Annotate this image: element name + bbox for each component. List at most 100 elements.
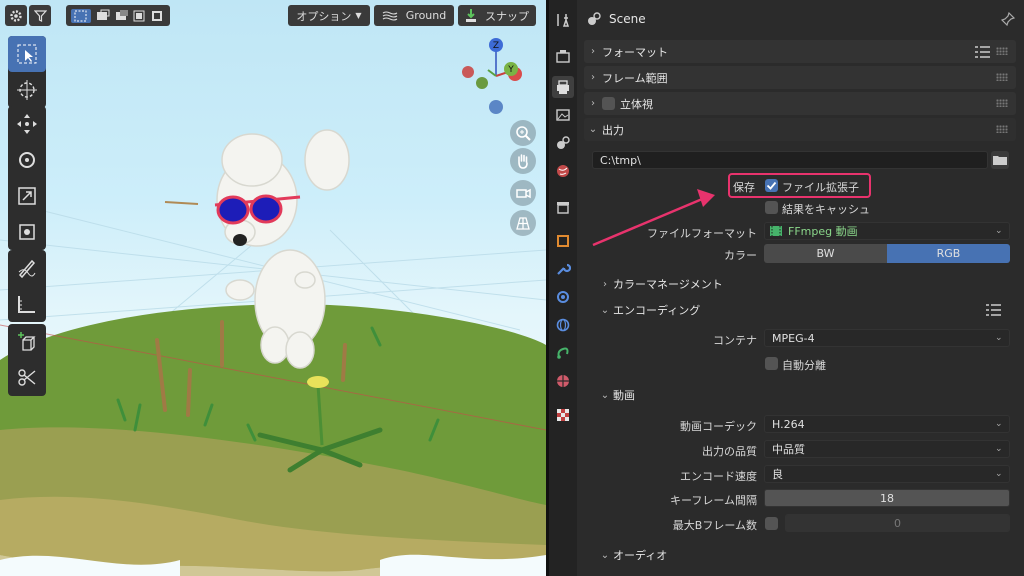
rotate-tool[interactable] — [8, 142, 46, 178]
container-label: コンテナ — [713, 334, 757, 347]
annotate-tool[interactable] — [8, 250, 46, 286]
panel-output[interactable]: ⌄ 出力 — [584, 118, 1016, 141]
transform-icon — [19, 224, 35, 240]
file-extensions-label: ファイル拡張子 — [782, 181, 859, 194]
navigation-gizmo[interactable]: Z Y — [456, 36, 536, 116]
tab-constraints[interactable] — [552, 342, 574, 364]
cursor-transform-tool[interactable] — [8, 360, 46, 396]
max-b-checkbox[interactable] — [765, 517, 778, 530]
output-path-field[interactable]: C:\tmp\ — [592, 151, 988, 169]
color-rgb-option[interactable]: RGB — [887, 244, 1010, 263]
cursor-tool[interactable] — [8, 72, 46, 108]
speed-label: エンコード速度 — [680, 470, 757, 483]
tab-texture[interactable] — [552, 404, 574, 426]
camera-view-button[interactable] — [510, 180, 536, 206]
pan-button[interactable] — [510, 148, 536, 174]
tab-data[interactable] — [552, 370, 574, 392]
snap-dropdown[interactable]: スナップ — [458, 5, 536, 26]
move-tool[interactable] — [8, 106, 46, 142]
transform-tool[interactable] — [8, 214, 46, 250]
tab-tool[interactable] — [552, 9, 574, 31]
container-dropdown[interactable]: MPEG-4 ⌄ — [764, 329, 1010, 347]
keyframe-field[interactable]: 18 — [764, 489, 1010, 507]
tab-render[interactable] — [552, 46, 574, 68]
keyframe-value: 18 — [880, 491, 894, 505]
color-bw-option[interactable]: BW — [764, 244, 887, 263]
drag-handle-icon[interactable] — [996, 73, 1008, 81]
chevron-down-icon: ⌄ — [600, 389, 610, 401]
audio-subpanel[interactable]: ⌄ オーディオ — [597, 545, 667, 565]
snap-label: スナップ — [485, 9, 529, 23]
max-b-field[interactable]: 0 — [785, 514, 1010, 532]
cache-result-label: 結果をキャッシュ — [782, 203, 870, 216]
image-icon — [556, 109, 570, 121]
gizmo-z-label: Z — [493, 41, 499, 51]
add-cube-icon — [18, 332, 36, 351]
video-codec-dropdown[interactable]: H.264 ⌄ — [764, 415, 1010, 433]
tab-object[interactable] — [552, 230, 574, 252]
3d-viewport[interactable]: オプション ▼ Ground スナップ Z Y — [0, 0, 546, 576]
transform-orientation-dropdown[interactable]: Ground — [374, 5, 454, 26]
settings-button[interactable] — [5, 5, 27, 26]
filter-button[interactable] — [29, 5, 51, 26]
tab-world[interactable] — [552, 160, 574, 182]
tool-group-add — [8, 324, 46, 396]
measure-tool[interactable] — [8, 286, 46, 322]
checkmark-icon — [766, 181, 777, 190]
constraint-icon — [557, 347, 569, 359]
tab-collection[interactable] — [552, 196, 574, 218]
quality-label: 出力の品質 — [702, 445, 757, 458]
drag-handle-icon[interactable] — [996, 47, 1008, 55]
tab-physics[interactable] — [552, 314, 574, 336]
tab-output[interactable] — [552, 76, 574, 98]
tab-particles[interactable] — [552, 286, 574, 308]
video-codec-label: 動画コーデック — [680, 420, 757, 433]
pin-icon[interactable] — [1001, 12, 1015, 26]
drag-handle-icon[interactable] — [996, 99, 1008, 107]
chevron-right-icon: › — [603, 278, 607, 290]
scene-icon — [557, 136, 570, 149]
orientation-icon — [382, 10, 398, 21]
cache-result-checkbox[interactable] — [765, 201, 778, 214]
panel-stereoscopy[interactable]: › 立体視 — [584, 92, 1016, 115]
chevron-down-icon: ⌄ — [995, 419, 1003, 429]
speed-dropdown[interactable]: 良 ⌄ — [764, 465, 1010, 483]
tab-modifiers[interactable] — [552, 258, 574, 280]
scale-tool[interactable] — [8, 178, 46, 214]
projection-toggle-button[interactable] — [510, 210, 536, 236]
autosplit-label: 自動分離 — [782, 359, 826, 372]
add-cube-tool[interactable] — [8, 324, 46, 360]
autosplit-checkbox[interactable] — [765, 357, 778, 370]
quality-dropdown[interactable]: 中品質 ⌄ — [764, 440, 1010, 458]
checker-icon — [557, 409, 569, 421]
encoding-subpanel[interactable]: ⌄ エンコーディング — [597, 300, 1012, 320]
camera-icon — [516, 188, 531, 199]
world-icon — [557, 165, 569, 177]
panel-format[interactable]: › フォーマット — [584, 40, 1016, 63]
folder-icon[interactable] — [991, 151, 1009, 169]
gizmo-y-label: Y — [507, 65, 514, 75]
tab-scene[interactable] — [552, 132, 574, 154]
list-icon[interactable] — [986, 304, 1002, 316]
list-icon[interactable] — [975, 46, 991, 58]
color-management-subpanel[interactable]: › カラーマネージメント — [597, 274, 723, 294]
options-dropdown[interactable]: オプション ▼ — [288, 5, 370, 26]
drag-handle-icon[interactable] — [996, 125, 1008, 133]
zoom-button[interactable] — [510, 120, 536, 146]
color-management-title: カラーマネージメント — [613, 278, 723, 291]
panel-frame-range[interactable]: › フレーム範囲 — [584, 66, 1016, 89]
orientation-label: Ground — [405, 9, 447, 22]
tab-view-layer[interactable] — [552, 104, 574, 126]
stereoscopy-checkbox[interactable] — [602, 97, 615, 110]
file-extensions-checkbox[interactable] — [765, 179, 778, 192]
speed-value: 良 — [772, 468, 783, 481]
selection-mode-group[interactable] — [66, 5, 170, 26]
select-box-tool[interactable] — [8, 36, 46, 72]
video-subpanel[interactable]: ⌄ 動画 — [597, 385, 635, 405]
color-label: カラー — [724, 249, 757, 262]
color-rgb-label: RGB — [936, 247, 961, 260]
chevron-down-icon: ⌄ — [995, 226, 1003, 236]
file-format-dropdown[interactable]: FFmpeg 動画 ⌄ — [764, 222, 1010, 240]
film-icon — [770, 226, 782, 236]
properties-editor: Scene › フォーマット › フレーム範囲 › 立体視 ⌄ 出力 C:\tm… — [577, 0, 1024, 576]
